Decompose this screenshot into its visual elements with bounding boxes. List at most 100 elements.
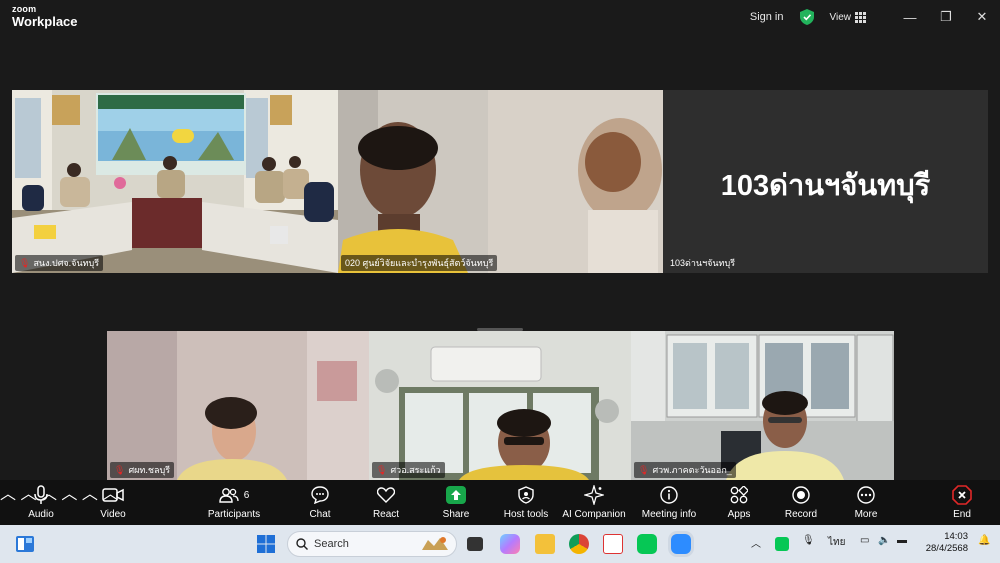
meeting-toolbar: Audio ︿ Video ︿ 6 Participants ︿ Chat ︿ … — [0, 480, 1000, 525]
participant-name: 020 ศูนย์วิจัยและบำรุงพันธุ์สัตว์จันทบุร… — [345, 258, 494, 268]
ai-companion-button[interactable]: AI Companion — [556, 484, 632, 520]
participant-video — [338, 90, 663, 273]
video-tile-6[interactable]: 🎙 ศวพ.ภาคตะวันออก_ — [631, 331, 894, 480]
host-shield-icon — [518, 486, 534, 504]
more-icon — [857, 486, 875, 504]
host-tools-button[interactable]: Host tools — [488, 484, 564, 520]
network-icon[interactable]: ▭ — [860, 535, 869, 546]
view-label: View — [829, 11, 852, 23]
view-button[interactable]: View — [829, 11, 866, 23]
security-shield-icon[interactable] — [799, 9, 814, 25]
mic-muted-icon: 🎙 — [376, 464, 388, 475]
logo-small: zoom — [12, 4, 37, 14]
notifications-bell-icon[interactable]: 🔔 — [978, 535, 990, 546]
info-icon — [660, 486, 678, 504]
copilot-icon[interactable] — [500, 534, 520, 554]
line-app-icon[interactable] — [637, 534, 657, 554]
share-screen-icon — [446, 486, 466, 504]
chat-button[interactable]: Chat — [282, 484, 358, 520]
chrome-icon[interactable] — [569, 534, 589, 554]
participant-name-label: 🎙 ศวอ.สระแก้ว — [372, 462, 445, 478]
system-clock[interactable]: 14:03 28/4/2568 — [926, 531, 968, 555]
mic-muted-icon: 🎙 — [638, 464, 650, 475]
meeting-info-label: Meeting info — [641, 509, 697, 520]
mic-muted-icon: 🎙 — [19, 257, 31, 268]
react-button[interactable]: React — [348, 484, 424, 520]
zoom-app-icon[interactable] — [671, 534, 691, 554]
participant-name-label: 🎙 ศผท.ชลบุรี — [110, 462, 175, 478]
participants-label: Participants — [207, 509, 261, 520]
end-meeting-button[interactable]: End — [924, 484, 1000, 520]
volume-icon[interactable]: 🔈 — [878, 535, 890, 546]
video-button[interactable]: Video — [75, 484, 151, 520]
video-tile-3[interactable]: 103ด่านฯจันทบุรี 103ด่านฯจันทบุรี — [663, 90, 988, 273]
restore-button[interactable]: ❐ — [928, 0, 964, 34]
participants-count: 6 — [243, 489, 250, 501]
logo-big: Workplace — [12, 14, 78, 29]
audio-button[interactable]: Audio — [3, 484, 79, 520]
title-bar: zoom Workplace Sign in View — ❐ ✕ — [0, 0, 1000, 34]
taskbar-search-box[interactable]: Search — [287, 531, 457, 557]
participant-name: 103ด่านฯจันทบุรี — [670, 258, 736, 268]
zoom-logo: zoom Workplace — [12, 4, 78, 29]
participant-display-name: 103ด่านฯจันทบุรี — [720, 170, 931, 202]
video-gallery: 🎙 สนง.ปศจ.จันทบุรี 020 ศูนย์วิจัยและบำรุ… — [0, 34, 1000, 480]
audio-label: Audio — [28, 509, 54, 520]
battery-icon[interactable]: ▬ — [897, 535, 907, 546]
meeting-info-button[interactable]: Meeting info — [631, 484, 707, 520]
participant-name-label: 103ด่านฯจันทบุรี — [666, 255, 739, 271]
file-explorer-icon[interactable] — [535, 534, 555, 554]
conference-room-video — [12, 90, 338, 273]
participant-name: ศวพ.ภาคตะวันออก_ — [652, 465, 732, 475]
host-tools-label: Host tools — [503, 509, 549, 520]
show-hidden-icons-chevron-icon[interactable]: ︿ — [751, 535, 761, 550]
grid-view-icon — [855, 11, 866, 23]
minimize-button[interactable]: — — [892, 0, 928, 34]
participant-name: ศผท.ชลบุรี — [128, 465, 171, 475]
clock-time: 14:03 — [944, 531, 968, 542]
line-tray-icon[interactable] — [775, 537, 789, 551]
ai-companion-label: AI Companion — [562, 509, 626, 520]
sign-in-button[interactable]: Sign in — [750, 11, 784, 23]
participant-name-label: 020 ศูนย์วิจัยและบำรุงพันธุ์สัตว์จันทบุร… — [341, 255, 498, 271]
end-call-icon — [952, 485, 972, 505]
windows-start-icon[interactable] — [257, 535, 275, 553]
video-label: Video — [100, 509, 126, 520]
video-tile-1[interactable]: 🎙 สนง.ปศจ.จันทบุรี — [12, 90, 338, 273]
record-icon — [792, 486, 810, 504]
chat-bubble-icon — [311, 486, 329, 504]
heart-icon — [377, 487, 395, 503]
search-icon — [296, 538, 308, 550]
clock-date: 28/4/2568 — [925, 543, 968, 554]
participant-video — [107, 331, 369, 480]
participant-video — [631, 331, 894, 480]
video-tile-4[interactable]: 🎙 ศผท.ชลบุรี — [107, 331, 369, 480]
video-tile-2[interactable]: 020 ศูนย์วิจัยและบำรุงพันธุ์สัตว์จันทบุร… — [338, 90, 663, 273]
video-tile-5[interactable]: 🎙 ศวอ.สระแก้ว — [369, 331, 631, 480]
participant-name-label: 🎙 ศวพ.ภาคตะวันออก_ — [634, 462, 736, 478]
close-button[interactable]: ✕ — [964, 0, 1000, 34]
chat-label: Chat — [309, 509, 331, 520]
task-view-icon[interactable] — [467, 537, 483, 551]
more-label: More — [854, 509, 878, 520]
participant-video — [369, 331, 631, 480]
widgets-icon[interactable] — [15, 535, 35, 553]
participant-name: ศวอ.สระแก้ว — [390, 465, 441, 475]
search-placeholder: Search — [314, 538, 349, 550]
video-camera-icon — [102, 488, 124, 502]
microphone-tray-icon[interactable]: 🎙 — [802, 535, 815, 546]
apps-icon — [730, 486, 748, 504]
share-label: Share — [442, 509, 470, 520]
pdf-reader-icon[interactable] — [603, 534, 623, 554]
sparkle-icon — [584, 485, 604, 505]
microphone-icon — [34, 485, 48, 504]
input-language[interactable]: ไทย — [828, 535, 845, 550]
os-taskbar: Search ︿ 🎙 ไทย ▭ 🔈 ▬ 14:03 28/4/2568 🔔 — [0, 525, 1000, 563]
end-label: End — [953, 509, 971, 520]
participants-icon — [219, 488, 239, 503]
more-button[interactable]: More — [828, 484, 904, 520]
share-button[interactable]: Share — [418, 484, 494, 520]
participants-button[interactable]: 6 Participants — [196, 484, 272, 520]
search-highlight-icon — [422, 537, 448, 550]
participant-name: สนง.ปศจ.จันทบุรี — [33, 258, 100, 268]
